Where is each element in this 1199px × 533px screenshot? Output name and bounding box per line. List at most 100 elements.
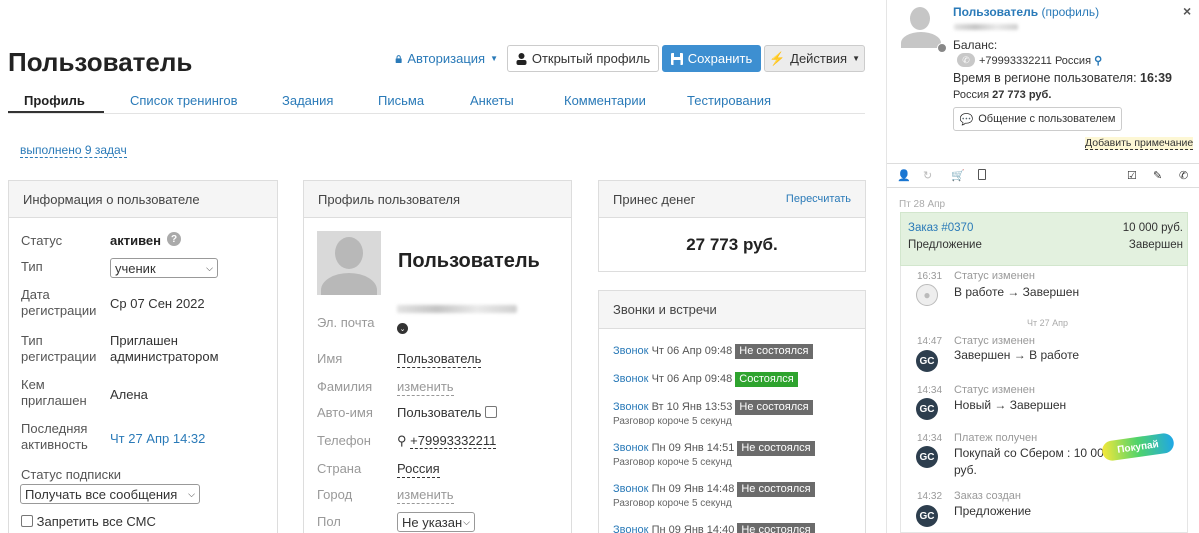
- auto-name-text: Пользователь: [397, 405, 482, 420]
- gc-logo-icon: GC: [916, 505, 938, 527]
- tab-trainings[interactable]: Список тренингов: [130, 93, 238, 108]
- sidebar-country: Россия: [953, 89, 990, 101]
- actions-dropdown[interactable]: ⚡ Действия ▼: [764, 45, 865, 72]
- money-value: 27 773 руб.: [686, 235, 778, 254]
- money-title: Принес денег: [613, 191, 696, 207]
- type-select[interactable]: ученик ⌵: [110, 258, 218, 278]
- call-item[interactable]: Звонок Пн 09 Янв 14:40 Не состоялся: [613, 523, 815, 533]
- auto-name-checkbox[interactable]: [485, 406, 497, 418]
- reg-date-label: Дата регистрации: [21, 287, 96, 319]
- phone-value[interactable]: +79993332211: [410, 433, 497, 449]
- reg-date-label-2: регистрации: [21, 303, 97, 318]
- tab-letters[interactable]: Письма: [378, 93, 424, 108]
- reg-date-label-1: Дата: [21, 287, 50, 302]
- checklist-icon[interactable]: ☑: [1127, 169, 1137, 182]
- gc-logo-icon: GC: [916, 446, 938, 468]
- recalc-link[interactable]: Пересчитать: [786, 193, 851, 205]
- reg-type-label-2: регистрации: [21, 349, 97, 364]
- reg-type-value: Приглашен администратором: [110, 333, 219, 365]
- subscription-select[interactable]: Получать все сообщения ⌵: [20, 484, 200, 504]
- first-name-value[interactable]: Пользователь: [397, 351, 482, 368]
- event-title: Заказ создан: [954, 490, 1021, 502]
- tasks-link[interactable]: выполнено 9 задач: [20, 143, 127, 158]
- cart-icon[interactable]: 🛒: [951, 169, 965, 182]
- caret-down-icon: ▼: [852, 54, 861, 63]
- actions-label: Действия: [790, 51, 848, 66]
- region-time-label: Время в регионе пользователя:: [953, 71, 1137, 85]
- money-header: Принес денег Пересчитать: [599, 181, 865, 218]
- event-text: В работе → Завершен: [954, 285, 1080, 299]
- call-item[interactable]: Звонок Вт 10 Янв 13:53 Не состоялся Разгов…: [613, 400, 813, 428]
- order-type: Предложение: [908, 239, 982, 251]
- call-item[interactable]: Звонок Чт 06 Апр 09:48 Состоялся: [613, 372, 798, 387]
- call-type[interactable]: Звонок: [613, 442, 649, 454]
- last-activity-label: Последняя активность: [21, 421, 88, 453]
- last-name-edit[interactable]: изменить: [397, 379, 454, 396]
- pencil-icon[interactable]: ✎: [1153, 169, 1162, 182]
- chevron-down-icon: ⌵: [206, 262, 213, 273]
- sms-checkbox-row[interactable]: Запретить все СМС: [21, 514, 156, 530]
- call-type[interactable]: Звонок: [613, 373, 649, 385]
- call-type[interactable]: Звонок: [613, 345, 649, 357]
- close-icon[interactable]: ×: [1183, 3, 1191, 19]
- chevron-down-icon: ⌵: [463, 516, 470, 527]
- mobile-icon[interactable]: [978, 169, 986, 180]
- call-status-badge: Не состоялся: [735, 344, 813, 359]
- sidebar-tabs: 👤 ↻ 🛒 ☑ ✎ ✆: [887, 163, 1199, 188]
- save-button[interactable]: Сохранить: [662, 45, 761, 72]
- call-type[interactable]: Звонок: [613, 483, 649, 495]
- city-edit[interactable]: изменить: [397, 487, 454, 504]
- chevron-down-icon[interactable]: ⌄: [397, 323, 408, 334]
- last-activity-value[interactable]: Чт 27 Апр 14:32: [110, 431, 205, 447]
- gender-label: Пол: [317, 514, 341, 529]
- phone-icon: ✆: [957, 53, 975, 67]
- tab-tests[interactable]: Тестирования: [687, 93, 771, 108]
- sidebar-profile-link[interactable]: (профиль): [1041, 5, 1099, 19]
- email-label: Эл. почта: [317, 315, 375, 330]
- country-label: Страна: [317, 461, 362, 476]
- user-icon[interactable]: 👤: [897, 169, 911, 182]
- add-note-link[interactable]: Добавить примечание: [1085, 137, 1194, 150]
- last-activity-label-2: активность: [21, 437, 88, 452]
- calls-header: Звонки и встречи: [599, 291, 865, 329]
- order-sum: 10 000 руб.: [1122, 222, 1183, 234]
- history-icon[interactable]: ↻: [923, 169, 932, 182]
- order-link[interactable]: Заказ #0370: [908, 222, 973, 234]
- call-type[interactable]: Звонок: [613, 401, 649, 413]
- tab-tasks[interactable]: Задания: [282, 93, 333, 108]
- timeline-date: Пт 28 Апр: [899, 199, 946, 210]
- call-item[interactable]: Звонок Пн 09 Янв 14:51 Не состоялся Разгов…: [613, 441, 815, 469]
- reg-type-label: Тип регистрации: [21, 333, 96, 365]
- call-item[interactable]: Звонок Чт 06 Апр 09:48 Не состоялся: [613, 344, 813, 359]
- gender-select[interactable]: Не указан ⌵: [397, 512, 475, 532]
- chat-button[interactable]: 💬 Общение с пользователем: [953, 107, 1122, 131]
- caret-down-icon: ▼: [490, 54, 498, 63]
- call-date: Чт 06 Апр 09:48: [651, 345, 733, 357]
- help-icon[interactable]: ?: [167, 232, 181, 246]
- phone-call-icon[interactable]: ✆: [1179, 169, 1188, 182]
- type-select-value: ученик: [115, 260, 156, 276]
- tab-comments[interactable]: Комментарии: [564, 93, 646, 108]
- type-label: Тип: [21, 259, 43, 274]
- sms-label: Запретить все СМС: [36, 514, 156, 529]
- country-value[interactable]: Россия: [397, 461, 440, 478]
- event-text: Предложение: [954, 504, 1032, 518]
- authorization-dropdown[interactable]: Авторизация ▼: [395, 45, 498, 72]
- order-status: Завершен: [1128, 239, 1183, 251]
- search-icon[interactable]: ⚲: [397, 433, 407, 448]
- tab-forms[interactable]: Анкеты: [470, 93, 514, 108]
- call-status-badge: Не состоялся: [737, 441, 815, 456]
- call-item[interactable]: Звонок Пн 09 Янв 14:48 Не состоялся Разгов…: [613, 482, 815, 510]
- sms-checkbox[interactable]: [21, 515, 33, 527]
- open-profile-button[interactable]: Открытый профиль: [507, 45, 659, 72]
- comment-icon: 💬: [959, 113, 974, 126]
- last-activity-label-1: Последняя: [21, 421, 88, 436]
- sidebar-user-name[interactable]: Пользователь: [953, 5, 1038, 19]
- sber-promo-text: Покупай: [1116, 438, 1160, 456]
- tabs-divider: [8, 113, 865, 114]
- search-icon[interactable]: ⚲: [1094, 55, 1102, 67]
- tab-profile[interactable]: Профиль: [24, 93, 85, 108]
- page-title: Пользователь: [8, 47, 193, 77]
- call-type[interactable]: Звонок: [613, 524, 649, 533]
- event-title: Статус изменен: [954, 335, 1035, 347]
